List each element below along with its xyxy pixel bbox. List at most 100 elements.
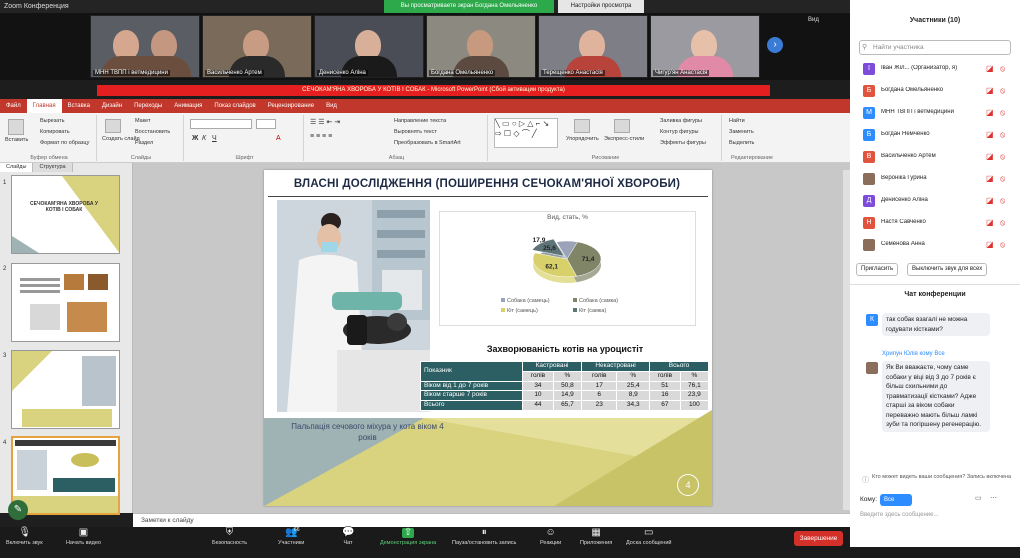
vertical-scrollbar[interactable] (843, 170, 850, 510)
avatar: Б (863, 85, 875, 97)
table-cell: 23,9 (679, 390, 710, 402)
security-button[interactable]: ⛨ Безопасность (212, 528, 247, 547)
shape-fill-button[interactable]: Заливка фигуры (660, 118, 702, 124)
mute-all-button[interactable]: Выключить звук для всех (907, 263, 988, 276)
invite-button[interactable]: Пригласить (856, 263, 899, 276)
video-tile[interactable]: Чигур'ян Анастасія (650, 15, 760, 78)
ribbon-tab[interactable]: Переходы (128, 99, 168, 113)
cut-button[interactable]: Вырезать (40, 118, 64, 124)
slide-thumbnail[interactable] (11, 263, 120, 342)
ribbon-tab[interactable]: Главная (26, 99, 62, 113)
slide-thumbnail[interactable]: СЕЧОКАМ'ЯНА ХВОРОБА У КОТІВ І СОБАК (11, 175, 120, 254)
participant-row[interactable]: М МНН ТВПП і ветмедицини ◪ ⦸ (850, 104, 1020, 123)
mic-muted-icon: ⦸ (1000, 64, 1006, 73)
toolbar-label: Чат (343, 540, 353, 546)
participant-name: Семенова Анна (881, 241, 925, 247)
participant-row[interactable]: В Васильченко Артем ◪ ⦸ (850, 148, 1020, 167)
underline-icon[interactable]: Ч (212, 135, 217, 142)
bullets-icon[interactable]: ☰ ☰ ⇤ ⇥ (310, 118, 340, 126)
slide-thumbnail[interactable] (11, 350, 120, 429)
participant-row[interactable]: Н Настя Савченко ◪ ⦸ (850, 214, 1020, 233)
format-painter-button[interactable]: Формат по образцу (40, 140, 89, 146)
shapes-gallery[interactable]: ╲ ▭ ○ ▷ △ ⌐ ↘ ⇨ ☐ ◇ ⌒ ╱ (494, 118, 558, 148)
file-icon[interactable]: ▭ (975, 494, 982, 502)
mic-muted-button[interactable]: 🎙 Включить звук (6, 528, 43, 547)
next-videos-icon[interactable]: › (767, 37, 783, 53)
view-settings-button[interactable]: Настройки просмотра (558, 0, 644, 13)
ribbon-tab[interactable]: Вставка (62, 99, 96, 113)
record-button[interactable]: ⏸ Пауза/остановить запись (452, 528, 516, 547)
align-text-button[interactable]: Выровнять текст (394, 129, 437, 135)
arrange-button[interactable]: Упорядочить (566, 136, 599, 142)
participants-button[interactable]: 👥 Участники (278, 528, 304, 547)
ribbon-tab[interactable]: Показ слайдов (208, 99, 261, 113)
replace-button[interactable]: Заменить (729, 129, 754, 135)
section-button[interactable]: Раздел (135, 140, 153, 146)
video-tile[interactable]: Васильченко Артем (202, 15, 312, 78)
avatar: Д (863, 195, 875, 207)
paste-button[interactable]: Вставить (5, 137, 28, 143)
paragraph-label: Абзац (388, 155, 405, 161)
slide-thumbnail-active[interactable] (11, 436, 120, 515)
align-icon[interactable]: ≡ ≡ ≡ ≡ (310, 133, 332, 140)
video-tile[interactable]: Денисенко Аліна (314, 15, 424, 78)
find-button[interactable]: Найти (729, 118, 745, 124)
arrange-icon[interactable] (574, 119, 590, 133)
chat-button[interactable]: 💬 Чат (342, 528, 354, 547)
chat-input[interactable]: Введите здесь сообщение... (860, 512, 1010, 518)
view-label[interactable]: Вид (808, 17, 819, 23)
participant-row[interactable]: І Іван Жіл... (Организатор, я) ◪ ⦸ (850, 60, 1020, 79)
font-size-select[interactable] (256, 119, 276, 129)
table-cell: 76,1 (679, 380, 710, 392)
video-tile[interactable]: Терещенко Анастасія (538, 15, 648, 78)
layout-button[interactable]: Макет (135, 118, 151, 124)
text-direction-button[interactable]: Направление текста (394, 118, 446, 124)
reset-button[interactable]: Восстановить (135, 129, 170, 135)
quick-styles-button[interactable]: Экспресс-стили (604, 136, 644, 142)
chat-recipient-select[interactable]: Все (880, 494, 912, 506)
table-cell: 8,9 (616, 390, 651, 402)
table-cell: 50,8 (552, 380, 583, 392)
participant-row[interactable]: Б Богдан Немченко ◪ ⦸ (850, 126, 1020, 145)
shape-effects-button[interactable]: Эффекты фигуры (660, 140, 706, 146)
ribbon-tab[interactable]: Вид (320, 99, 343, 113)
font-color-icon[interactable]: А (276, 135, 281, 142)
ribbon-tab[interactable]: Анимация (168, 99, 208, 113)
video-off-button[interactable]: ▣ Начать видео (66, 528, 101, 547)
participant-row[interactable]: Вероніка Гурина ◪ ⦸ (850, 170, 1020, 189)
participant-search-input[interactable]: Найти участника (859, 40, 1011, 55)
smartart-button[interactable]: Преобразовать в SmartArt (394, 140, 461, 146)
table-cell: 25,4 (616, 380, 651, 392)
quick-styles-icon[interactable] (614, 119, 630, 133)
participant-row[interactable]: Д Денисенко Аліна ◪ ⦸ (850, 192, 1020, 211)
tab-slides[interactable]: Слайды (0, 163, 34, 172)
notes-pane[interactable]: Заметки к слайду (133, 513, 850, 527)
font-name-select[interactable] (190, 119, 252, 129)
new-slide-icon[interactable] (105, 119, 121, 133)
end-meeting-button[interactable]: Завершение (794, 531, 843, 546)
video-off-icon: ◪ (986, 108, 994, 117)
ribbon-tab[interactable]: Файл (0, 99, 27, 113)
captions-button[interactable]: ▭ Доска сообщений (626, 528, 672, 547)
share-screen-button[interactable]: ⇧ Демонстрация экрана (380, 528, 436, 547)
tab-outline[interactable]: Структура (33, 163, 73, 172)
ribbon-tab[interactable]: Рецензирование (262, 99, 320, 113)
video-tile[interactable]: МНН ТВПП і ветмедицини (90, 15, 200, 78)
table-cell: 17 (580, 380, 618, 392)
italic-icon[interactable]: К (202, 135, 206, 142)
avatar: В (863, 151, 875, 163)
participant-row[interactable]: Семенова Анна ◪ ⦸ (850, 236, 1020, 255)
copy-button[interactable]: Копировать (40, 129, 70, 135)
paste-icon[interactable] (8, 119, 24, 135)
ribbon-tab[interactable]: Дизайн (96, 99, 128, 113)
apps-button[interactable]: ▦ Приложения (580, 528, 612, 547)
video-tile[interactable]: Богдана Омельяненко (426, 15, 536, 78)
video-off-icon: ◪ (986, 64, 994, 73)
reactions-button[interactable]: ☺ Реакции (540, 528, 561, 547)
more-icon[interactable]: ⋯ (990, 494, 997, 502)
pen-icon[interactable]: ✎ (8, 500, 28, 520)
select-button[interactable]: Выделить (729, 140, 754, 146)
shape-outline-button[interactable]: Контур фигуры (660, 129, 698, 135)
participant-row[interactable]: Б Богдана Омельяненко ◪ ⦸ (850, 82, 1020, 101)
bold-icon[interactable]: Ж (192, 135, 198, 142)
